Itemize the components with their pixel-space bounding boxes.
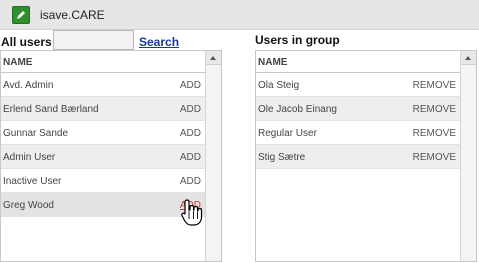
search-input[interactable] xyxy=(53,30,134,50)
title-bar: isave.CARE xyxy=(0,0,479,30)
list-item: Ole Jacob Einang REMOVE xyxy=(256,97,460,121)
user-name: Admin User xyxy=(3,152,56,163)
list-item: Stig Sætre REMOVE xyxy=(256,145,460,169)
all-users-label: All users xyxy=(1,35,52,49)
user-name: Inactive User xyxy=(3,176,62,187)
user-name: Ola Steig xyxy=(258,80,300,91)
search-link[interactable]: Search xyxy=(139,35,179,49)
app-title: isave.CARE xyxy=(40,8,105,22)
pencil-icon xyxy=(12,6,30,24)
add-button[interactable]: ADD xyxy=(180,80,201,91)
user-name: Stig Sætre xyxy=(258,152,306,163)
list-item: Ola Steig REMOVE xyxy=(256,73,460,97)
all-users-name-header: NAME xyxy=(1,51,205,73)
list-item: Avd. Admin ADD xyxy=(1,73,205,97)
user-name: Avd. Admin xyxy=(3,80,54,91)
add-button[interactable]: ADD xyxy=(180,104,201,115)
list-item: Greg Wood ADD xyxy=(1,193,205,217)
users-in-group-list: NAME Ola Steig REMOVE Ole Jacob Einang R… xyxy=(255,50,477,262)
add-button[interactable]: ADD xyxy=(180,200,201,211)
add-button[interactable]: ADD xyxy=(180,152,201,163)
scroll-up-arrow-icon[interactable] xyxy=(461,51,476,65)
group-users-name-header: NAME xyxy=(256,51,460,73)
remove-button[interactable]: REMOVE xyxy=(413,128,456,139)
list-item: Admin User ADD xyxy=(1,145,205,169)
user-name: Regular User xyxy=(258,128,317,139)
scrollbar[interactable] xyxy=(460,51,476,261)
all-users-list: NAME Avd. Admin ADD Erlend Sand Bærland … xyxy=(0,50,222,262)
user-name: Gunnar Sande xyxy=(3,128,69,139)
list-item: Regular User REMOVE xyxy=(256,121,460,145)
scrollbar[interactable] xyxy=(205,51,221,261)
list-item: Gunnar Sande ADD xyxy=(1,121,205,145)
list-item: Inactive User ADD xyxy=(1,169,205,193)
add-button[interactable]: ADD xyxy=(180,128,201,139)
add-button[interactable]: ADD xyxy=(180,176,201,187)
remove-button[interactable]: REMOVE xyxy=(413,80,456,91)
list-item: Erlend Sand Bærland ADD xyxy=(1,97,205,121)
users-in-group-label: Users in group xyxy=(255,33,340,47)
remove-button[interactable]: REMOVE xyxy=(413,152,456,163)
user-name: Greg Wood xyxy=(3,200,54,211)
remove-button[interactable]: REMOVE xyxy=(413,104,456,115)
user-name: Ole Jacob Einang xyxy=(258,104,337,115)
scroll-up-arrow-icon[interactable] xyxy=(206,51,221,65)
user-name: Erlend Sand Bærland xyxy=(3,104,99,115)
